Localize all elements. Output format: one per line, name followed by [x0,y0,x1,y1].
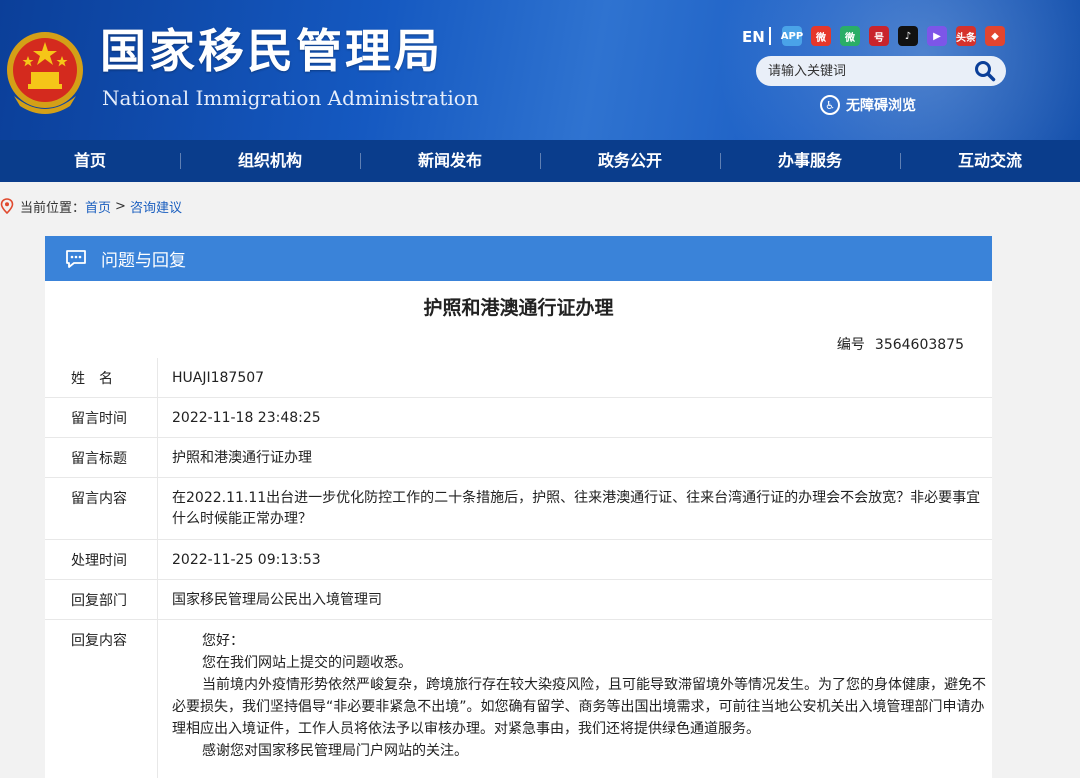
row-label: 姓名 [71,371,127,387]
accessibility-label: 无障碍浏览 [846,98,916,114]
chat-bubble-icon [66,249,86,268]
search-input[interactable] [768,62,958,80]
row-label: 留言内容 [71,491,127,507]
search-box [756,56,1006,86]
location-pin-icon [0,198,14,214]
reply-paragraph: 您在我们网站上提交的问题收悉。 [202,655,412,671]
row-label: 回复部门 [71,593,127,609]
question-number: 编号 3564603875 [837,334,964,354]
reply-paragraph: 当前境内外疫情形势依然严峻复杂，跨境旅行存在较大染疫风险，且可能导致滞留境外等情… [172,677,986,737]
kuaishou-icon[interactable]: ◆ [985,26,1005,46]
english-link[interactable]: EN [742,28,765,46]
site-header: 国家移民管理局 National Immigration Administrat… [0,0,1080,140]
nav-news[interactable]: 新闻发布 [360,140,540,182]
table-row: 回复部门 国家移民管理局公民出入境管理司 [45,580,992,620]
nav-services[interactable]: 办事服务 [720,140,900,182]
row-value: HUAJI187507 [157,358,992,397]
search-icon[interactable] [974,60,996,82]
row-value: 在2022.11.11出台进一步优化防控工作的二十条措施后，护照、往来港澳通行证… [157,478,992,539]
table-row: 留言时间 2022-11-18 23:48:25 [45,398,992,438]
number-label: 编号 [836,337,865,353]
douyin-icon[interactable]: ♪ [898,26,918,46]
qa-panel: 问题与回复 护照和港澳通行证办理 编号 3564603875 姓名 HUAJI18… [45,236,992,778]
table-row: 姓名 HUAJI187507 [45,358,992,398]
breadcrumb-home[interactable]: 首页 [85,197,111,216]
row-value: 国家移民管理局公民出入境管理司 [157,580,992,619]
wechat-icon[interactable]: 微 [840,26,860,46]
row-label: 留言标题 [71,451,127,467]
table-row: 回复内容 您好： 您在我们网站上提交的问题收悉。 当前境内外疫情形势依然严峻复杂… [45,620,992,778]
breadcrumb: 当前位置： 首页 > 咨询建议 [0,196,182,216]
accessibility-link[interactable]: ♿ 无障碍浏览 [820,95,916,115]
nav-home[interactable]: 首页 [0,140,180,182]
national-emblem-icon[interactable] [4,26,86,118]
app-icon[interactable]: APP [781,26,803,46]
nav-organization[interactable]: 组织机构 [180,140,360,182]
question-title: 护照和港澳通行证办理 [423,297,614,319]
video-icon[interactable]: ▶ [927,26,947,46]
table-row: 处理时间 2022-11-25 09:13:53 [45,540,992,580]
site-title-english[interactable]: National Immigration Administration [102,86,479,110]
people-icon[interactable]: 号 [869,26,889,46]
main-nav: 首页 组织机构 新闻发布 政务公开 办事服务 互动交流 [0,140,1080,182]
site-title[interactable]: 国家移民管理局 [100,26,443,76]
panel-header: 问题与回复 [45,236,992,281]
breadcrumb-label: 当前位置： [20,200,86,216]
breadcrumb-separator: > [115,198,126,214]
toutiao-icon[interactable]: 头条 [956,26,976,46]
reply-content: 您好： 您在我们网站上提交的问题收悉。 当前境内外疫情形势依然严峻复杂，跨境旅行… [157,620,992,778]
nav-interaction[interactable]: 互动交流 [900,140,1080,182]
table-row: 留言标题 护照和港澳通行证办理 [45,438,992,478]
row-label: 处理时间 [71,553,127,569]
row-label: 留言时间 [71,411,127,427]
divider [769,27,771,45]
row-value: 护照和港澳通行证办理 [157,438,992,477]
panel-heading: 问题与回复 [101,251,186,271]
accessibility-icon: ♿ [820,95,840,115]
nav-government-affairs[interactable]: 政务公开 [540,140,720,182]
row-label: 回复内容 [71,633,127,649]
weibo-icon[interactable]: 微 [811,26,831,46]
reply-paragraph: 感谢您对国家移民管理局门户网站的关注。 [202,743,468,759]
reply-paragraph: 您好： [202,633,244,649]
table-row: 留言内容 在2022.11.11出台进一步优化防控工作的二十条措施后，护照、往来… [45,478,992,540]
row-value: 2022-11-18 23:48:25 [157,398,992,437]
qa-table: 姓名 HUAJI187507 留言时间 2022-11-18 23:48:25 … [45,358,992,778]
breadcrumb-current[interactable]: 咨询建议 [130,197,182,216]
number-value: 3564603875 [874,337,964,353]
row-value: 2022-11-25 09:13:53 [157,540,992,579]
